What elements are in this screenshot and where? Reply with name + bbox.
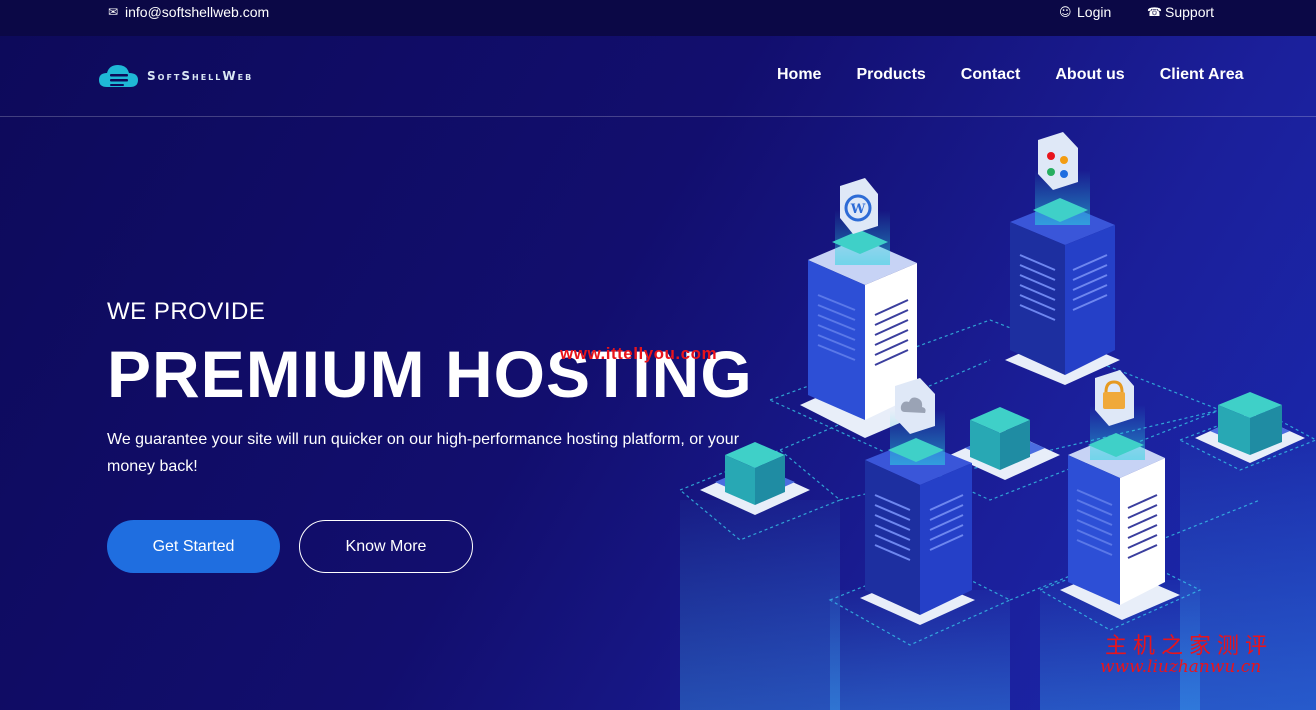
nav-item-products[interactable]: Products (856, 66, 925, 84)
login-link[interactable]: ☺ Login (1059, 4, 1111, 20)
login-link-text: Login (1077, 4, 1112, 20)
watermark-chinese-text: 主机之家测评 (1105, 634, 1274, 659)
contact-email-text: info@softshellweb.com (125, 4, 270, 20)
support-link[interactable]: ☎ Support (1147, 4, 1214, 20)
support-link-text: Support (1165, 4, 1215, 20)
envelope-icon: ✉ (107, 5, 119, 19)
brand-name: SoftShellWeb (147, 69, 254, 83)
nav-item-home[interactable]: Home (777, 66, 821, 84)
nav-item-client-area[interactable]: Client Area (1160, 66, 1244, 84)
hero-description: We guarantee your site will run quicker … (107, 431, 740, 475)
cloud-logo-icon (99, 65, 138, 87)
user-icon: ☺ (1059, 5, 1072, 19)
server-tower-joomla (1005, 170, 1120, 385)
get-started-button[interactable]: Get Started (107, 520, 280, 573)
nav-item-contact[interactable]: Contact (961, 66, 1021, 84)
nav-menu: Home Products Contact About us Client Ar… (777, 66, 1244, 84)
server-illustration: W (678, 132, 1316, 710)
brand-logo[interactable]: SoftShellWeb (97, 61, 253, 91)
top-bar: ✉ info@softshellweb.com ☺ Login ☎ Suppor… (0, 0, 1316, 36)
hero-subtitle: WE PROVIDE (107, 298, 266, 325)
watermark-chinese-url: www.liuzhanwu.cn (1100, 657, 1262, 677)
svg-text:W: W (850, 202, 866, 217)
contact-email[interactable]: ✉ info@softshellweb.com (107, 4, 269, 20)
server-tower-lock (1060, 405, 1180, 620)
know-more-button[interactable]: Know More (299, 520, 473, 573)
nav-item-about[interactable]: About us (1055, 66, 1124, 84)
watermark-site-url: www.ittellyou.com (560, 344, 718, 363)
server-tower-cloud (860, 410, 975, 625)
main-navigation: SoftShellWeb Home Products Contact About… (0, 36, 1316, 117)
headset-icon: ☎ (1147, 5, 1162, 19)
